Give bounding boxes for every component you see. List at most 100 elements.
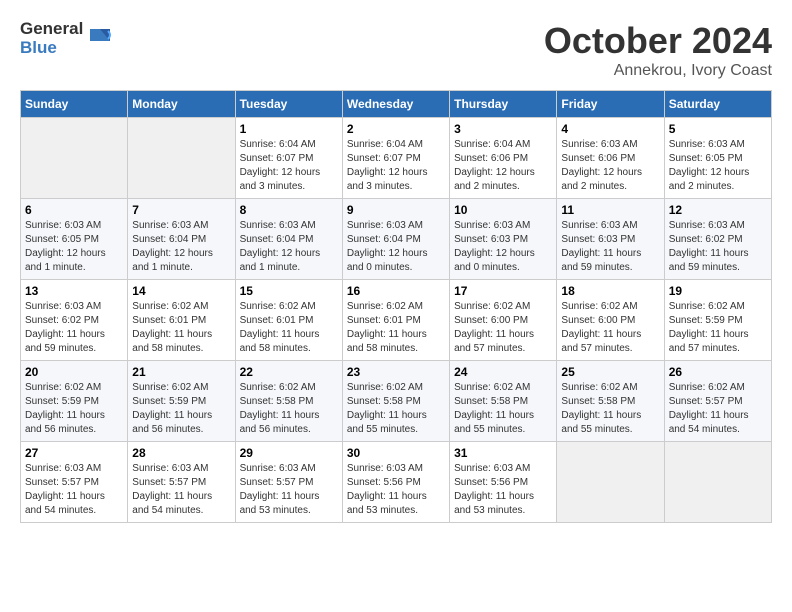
day-info: Sunrise: 6:03 AM Sunset: 6:04 PM Dayligh…: [347, 219, 445, 275]
calendar-header: SundayMondayTuesdayWednesdayThursdayFrid…: [21, 91, 772, 118]
day-number: 4: [561, 122, 659, 136]
day-info: Sunrise: 6:02 AM Sunset: 5:59 PM Dayligh…: [132, 381, 230, 437]
day-info: Sunrise: 6:03 AM Sunset: 6:03 PM Dayligh…: [561, 219, 659, 275]
day-info: Sunrise: 6:03 AM Sunset: 6:06 PM Dayligh…: [561, 138, 659, 194]
month-title: October 2024: [544, 20, 772, 62]
calendar-cell: 25 Sunrise: 6:02 AM Sunset: 5:58 PM Dayl…: [557, 361, 664, 442]
calendar-cell: 3 Sunrise: 6:04 AM Sunset: 6:06 PM Dayli…: [450, 118, 557, 199]
calendar-cell: 7 Sunrise: 6:03 AM Sunset: 6:04 PM Dayli…: [128, 199, 235, 280]
day-info: Sunrise: 6:03 AM Sunset: 5:57 PM Dayligh…: [25, 462, 123, 518]
day-number: 20: [25, 365, 123, 379]
day-number: 2: [347, 122, 445, 136]
calendar-body: 1 Sunrise: 6:04 AM Sunset: 6:07 PM Dayli…: [21, 118, 772, 523]
weekday-header-monday: Monday: [128, 91, 235, 118]
header-area: General Blue October 2024 Annekrou, Ivor…: [20, 20, 772, 80]
day-number: 13: [25, 284, 123, 298]
day-number: 21: [132, 365, 230, 379]
day-info: Sunrise: 6:02 AM Sunset: 6:00 PM Dayligh…: [561, 300, 659, 356]
day-number: 6: [25, 203, 123, 217]
calendar-cell: 26 Sunrise: 6:02 AM Sunset: 5:57 PM Dayl…: [664, 361, 771, 442]
day-number: 17: [454, 284, 552, 298]
calendar-cell: 16 Sunrise: 6:02 AM Sunset: 6:01 PM Dayl…: [342, 280, 449, 361]
calendar-cell: 1 Sunrise: 6:04 AM Sunset: 6:07 PM Dayli…: [235, 118, 342, 199]
calendar-cell: 24 Sunrise: 6:02 AM Sunset: 5:58 PM Dayl…: [450, 361, 557, 442]
calendar-cell: [128, 118, 235, 199]
day-info: Sunrise: 6:03 AM Sunset: 5:56 PM Dayligh…: [347, 462, 445, 518]
calendar-cell: 4 Sunrise: 6:03 AM Sunset: 6:06 PM Dayli…: [557, 118, 664, 199]
weekday-row: SundayMondayTuesdayWednesdayThursdayFrid…: [21, 91, 772, 118]
day-number: 8: [240, 203, 338, 217]
day-number: 7: [132, 203, 230, 217]
calendar-cell: [21, 118, 128, 199]
day-info: Sunrise: 6:02 AM Sunset: 5:58 PM Dayligh…: [454, 381, 552, 437]
day-number: 3: [454, 122, 552, 136]
day-number: 28: [132, 446, 230, 460]
calendar-cell: 31 Sunrise: 6:03 AM Sunset: 5:56 PM Dayl…: [450, 442, 557, 523]
calendar-cell: 6 Sunrise: 6:03 AM Sunset: 6:05 PM Dayli…: [21, 199, 128, 280]
calendar-cell: [557, 442, 664, 523]
day-number: 24: [454, 365, 552, 379]
day-info: Sunrise: 6:03 AM Sunset: 6:05 PM Dayligh…: [669, 138, 767, 194]
day-info: Sunrise: 6:02 AM Sunset: 6:01 PM Dayligh…: [132, 300, 230, 356]
logo-flag-icon: [86, 25, 114, 53]
weekday-header-friday: Friday: [557, 91, 664, 118]
week-row-5: 27 Sunrise: 6:03 AM Sunset: 5:57 PM Dayl…: [21, 442, 772, 523]
logo-general: General: [20, 20, 83, 39]
day-number: 31: [454, 446, 552, 460]
day-number: 19: [669, 284, 767, 298]
calendar-cell: 23 Sunrise: 6:02 AM Sunset: 5:58 PM Dayl…: [342, 361, 449, 442]
day-number: 14: [132, 284, 230, 298]
day-info: Sunrise: 6:03 AM Sunset: 5:57 PM Dayligh…: [240, 462, 338, 518]
calendar-cell: 14 Sunrise: 6:02 AM Sunset: 6:01 PM Dayl…: [128, 280, 235, 361]
weekday-header-sunday: Sunday: [21, 91, 128, 118]
day-info: Sunrise: 6:03 AM Sunset: 6:04 PM Dayligh…: [240, 219, 338, 275]
calendar-cell: 20 Sunrise: 6:02 AM Sunset: 5:59 PM Dayl…: [21, 361, 128, 442]
day-number: 10: [454, 203, 552, 217]
location-title: Annekrou, Ivory Coast: [544, 62, 772, 80]
day-number: 5: [669, 122, 767, 136]
calendar-table: SundayMondayTuesdayWednesdayThursdayFrid…: [20, 90, 772, 523]
day-info: Sunrise: 6:02 AM Sunset: 5:58 PM Dayligh…: [347, 381, 445, 437]
title-area: October 2024 Annekrou, Ivory Coast: [544, 20, 772, 80]
week-row-3: 13 Sunrise: 6:03 AM Sunset: 6:02 PM Dayl…: [21, 280, 772, 361]
logo-blue: Blue: [20, 39, 83, 58]
calendar-cell: 28 Sunrise: 6:03 AM Sunset: 5:57 PM Dayl…: [128, 442, 235, 523]
day-info: Sunrise: 6:04 AM Sunset: 6:07 PM Dayligh…: [347, 138, 445, 194]
day-number: 22: [240, 365, 338, 379]
calendar-cell: 17 Sunrise: 6:02 AM Sunset: 6:00 PM Dayl…: [450, 280, 557, 361]
calendar-cell: 10 Sunrise: 6:03 AM Sunset: 6:03 PM Dayl…: [450, 199, 557, 280]
day-number: 23: [347, 365, 445, 379]
calendar-cell: 9 Sunrise: 6:03 AM Sunset: 6:04 PM Dayli…: [342, 199, 449, 280]
calendar-cell: 29 Sunrise: 6:03 AM Sunset: 5:57 PM Dayl…: [235, 442, 342, 523]
day-number: 26: [669, 365, 767, 379]
calendar-cell: 2 Sunrise: 6:04 AM Sunset: 6:07 PM Dayli…: [342, 118, 449, 199]
calendar-cell: 18 Sunrise: 6:02 AM Sunset: 6:00 PM Dayl…: [557, 280, 664, 361]
day-number: 12: [669, 203, 767, 217]
day-number: 27: [25, 446, 123, 460]
calendar-cell: 15 Sunrise: 6:02 AM Sunset: 6:01 PM Dayl…: [235, 280, 342, 361]
calendar-cell: 19 Sunrise: 6:02 AM Sunset: 5:59 PM Dayl…: [664, 280, 771, 361]
week-row-1: 1 Sunrise: 6:04 AM Sunset: 6:07 PM Dayli…: [21, 118, 772, 199]
day-info: Sunrise: 6:03 AM Sunset: 5:56 PM Dayligh…: [454, 462, 552, 518]
day-number: 15: [240, 284, 338, 298]
day-info: Sunrise: 6:02 AM Sunset: 6:01 PM Dayligh…: [347, 300, 445, 356]
calendar-cell: 30 Sunrise: 6:03 AM Sunset: 5:56 PM Dayl…: [342, 442, 449, 523]
day-number: 11: [561, 203, 659, 217]
weekday-header-saturday: Saturday: [664, 91, 771, 118]
calendar-cell: 8 Sunrise: 6:03 AM Sunset: 6:04 PM Dayli…: [235, 199, 342, 280]
calendar-cell: 22 Sunrise: 6:02 AM Sunset: 5:58 PM Dayl…: [235, 361, 342, 442]
day-info: Sunrise: 6:03 AM Sunset: 6:02 PM Dayligh…: [669, 219, 767, 275]
day-info: Sunrise: 6:03 AM Sunset: 5:57 PM Dayligh…: [132, 462, 230, 518]
day-info: Sunrise: 6:02 AM Sunset: 5:58 PM Dayligh…: [561, 381, 659, 437]
day-number: 29: [240, 446, 338, 460]
day-number: 25: [561, 365, 659, 379]
logo: General Blue: [20, 20, 114, 57]
calendar-cell: 21 Sunrise: 6:02 AM Sunset: 5:59 PM Dayl…: [128, 361, 235, 442]
day-number: 9: [347, 203, 445, 217]
week-row-4: 20 Sunrise: 6:02 AM Sunset: 5:59 PM Dayl…: [21, 361, 772, 442]
day-info: Sunrise: 6:02 AM Sunset: 6:00 PM Dayligh…: [454, 300, 552, 356]
calendar-cell: 13 Sunrise: 6:03 AM Sunset: 6:02 PM Dayl…: [21, 280, 128, 361]
day-info: Sunrise: 6:03 AM Sunset: 6:02 PM Dayligh…: [25, 300, 123, 356]
day-info: Sunrise: 6:02 AM Sunset: 5:58 PM Dayligh…: [240, 381, 338, 437]
day-number: 18: [561, 284, 659, 298]
